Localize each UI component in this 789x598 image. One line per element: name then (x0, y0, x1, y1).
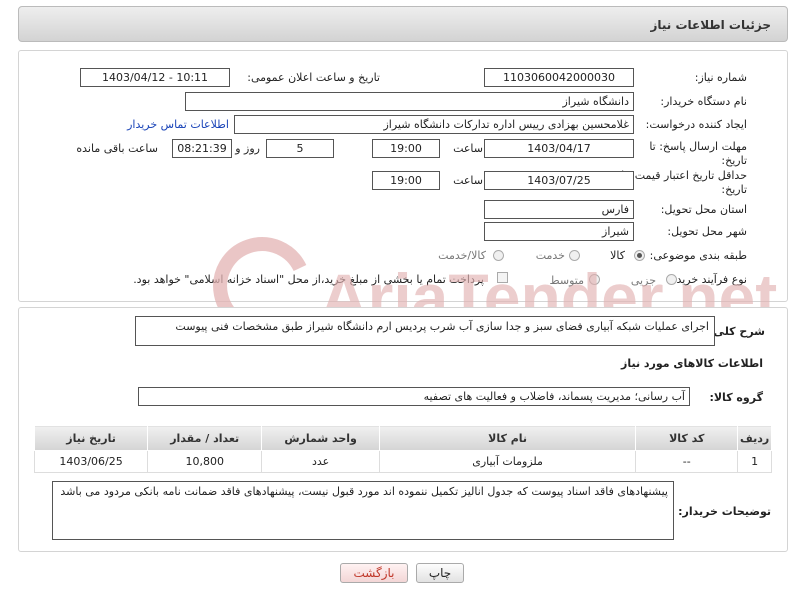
treasury-payment-note: پرداخت تمام یا بخشی از مبلغ خرید،از محل … (133, 273, 484, 286)
requester-field[interactable]: غلامحسین بهزادی رییس اداره تدارکات دانشگ… (234, 115, 634, 134)
cell-date: 1403/06/25 (33, 450, 149, 473)
category-radio-goods[interactable] (634, 250, 645, 261)
goods-table-header: ردیف کد کالا نام کالا واحد شمارش تعداد /… (33, 425, 772, 451)
cell-code: -- (635, 450, 739, 473)
remaining-time-field[interactable]: 08:21:39 (172, 139, 232, 158)
need-number-field[interactable]: 1103060042000030 (484, 68, 634, 87)
buyer-notes-label: توضیحات خریدار: (678, 505, 771, 518)
col-index: ردیف (737, 425, 772, 451)
buyer-contact-link[interactable]: اطلاعات تماس خریدار (127, 118, 229, 131)
process-option-minor: جزیی (630, 274, 656, 287)
goods-table: ردیف کد کالا نام کالا واحد شمارش تعداد /… (33, 425, 772, 473)
days-label: روز و (235, 142, 260, 155)
remaining-time-label: ساعت باقی مانده (76, 142, 158, 155)
category-label: طبقه بندی موضوعی: (649, 249, 747, 262)
reply-deadline-time-label: ساعت (453, 142, 483, 155)
delivery-city-field[interactable]: شیراز (484, 222, 634, 241)
reply-deadline-label: مهلت ارسال پاسخ: تا تاریخ: (649, 140, 747, 167)
announce-datetime-label: تاریخ و ساعت اعلان عمومی: (247, 71, 380, 84)
process-radio-medium[interactable] (589, 274, 600, 285)
need-number-label: شماره نیاز: (694, 71, 747, 84)
price-validity-time-field[interactable]: 19:00 (372, 171, 440, 190)
category-radio-service[interactable] (569, 250, 580, 261)
category-option-goods-service: کالا/خدمت (438, 249, 486, 262)
delivery-province-field[interactable]: فارس (484, 200, 634, 219)
col-date: تاریخ نیاز (33, 425, 149, 451)
description-field[interactable]: اجرای عملیات شبکه آبیاری فضای سبز و جدا … (135, 316, 715, 346)
col-unit: واحد شمارش (261, 425, 380, 451)
col-code: کد کالا (635, 425, 739, 451)
process-type-label: نوع فرآیند خرید : (669, 273, 747, 286)
announce-datetime-field[interactable]: 1403/04/12 - 10:11 (80, 68, 230, 87)
page-header: جزئیات اطلاعات نیاز (18, 6, 788, 42)
back-button[interactable]: بازگشت (340, 563, 408, 583)
process-option-medium: متوسط (549, 274, 584, 287)
goods-section-title: اطلاعات کالاهای مورد نیاز (621, 357, 763, 370)
requester-label: ایجاد کننده درخواست: (645, 118, 747, 131)
col-name: نام کالا (378, 425, 637, 451)
category-option-goods: کالا (610, 249, 625, 262)
cell-name: ملزومات آبیاری (378, 450, 637, 473)
col-qty: تعداد / مقدار (147, 425, 263, 451)
cell-index: 1 (737, 450, 772, 473)
category-option-service: خدمت (535, 249, 565, 262)
delivery-city-label: شهر محل تحویل: (667, 225, 747, 238)
price-validity-label: حداقل تاریخ اعتبار قیمت: تا تاریخ: (621, 169, 747, 196)
reply-deadline-time-field[interactable]: 19:00 (372, 139, 440, 158)
process-radio-minor[interactable] (666, 274, 677, 285)
treasury-payment-checkbox[interactable] (497, 272, 508, 283)
remaining-days-field[interactable]: 5 (266, 139, 334, 158)
delivery-province-label: استان محل تحویل: (660, 203, 747, 216)
print-button[interactable]: چاپ (416, 563, 464, 583)
page-title: جزئیات اطلاعات نیاز (650, 18, 771, 32)
category-radio-goods-service[interactable] (493, 250, 504, 261)
buyer-notes-field[interactable]: پیشنهادهای فاقد اسناد پیوست که جدول انال… (52, 481, 674, 540)
goods-group-field[interactable]: آب رسانی؛ مدیریت پسماند، فاضلاب و فعالیت… (138, 387, 690, 406)
buyer-org-label: نام دستگاه خریدار: (660, 95, 747, 108)
price-validity-date-field[interactable]: 1403/07/25 (484, 171, 634, 190)
goods-group-label: گروه کالا: (709, 391, 763, 404)
buyer-org-field[interactable]: دانشگاه شیراز (185, 92, 634, 111)
price-validity-time-label: ساعت (453, 174, 483, 187)
table-row[interactable]: 1 -- ملزومات آبیاری عدد 10,800 1403/06/2… (33, 450, 772, 473)
cell-unit: عدد (261, 450, 380, 473)
reply-deadline-date-field[interactable]: 1403/04/17 (484, 139, 634, 158)
cell-qty: 10,800 (147, 450, 263, 473)
